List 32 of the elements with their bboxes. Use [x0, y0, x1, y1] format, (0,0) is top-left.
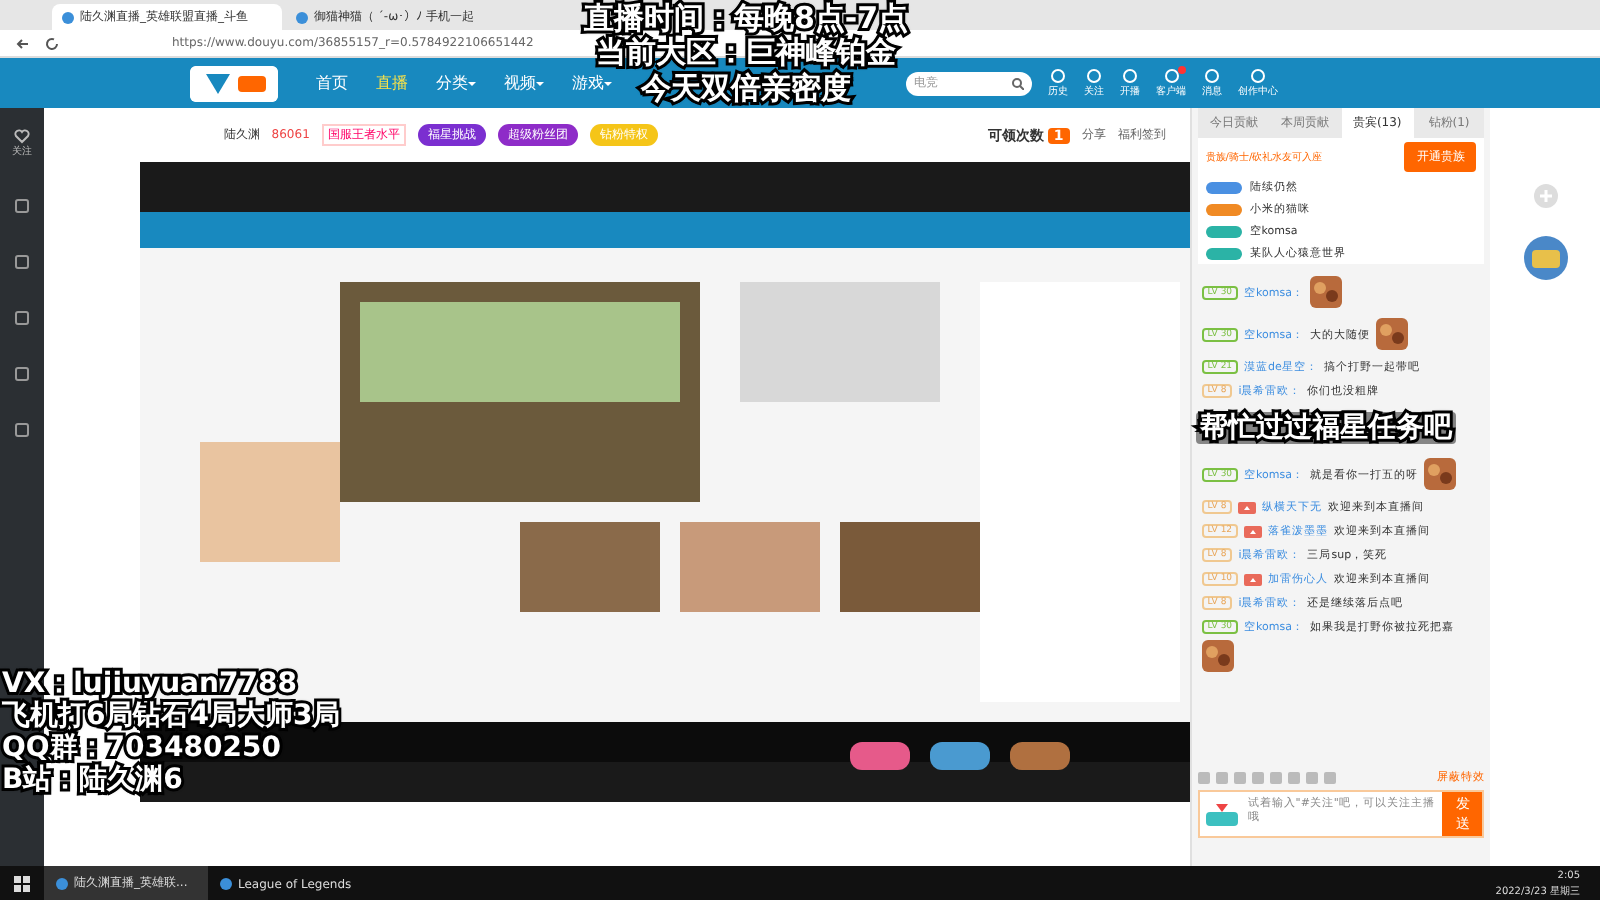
circle-icon [1122, 68, 1138, 84]
caret-icon [468, 80, 476, 88]
caret-icon [536, 80, 544, 88]
noble-icon [1238, 501, 1257, 514]
sidebar-icon[interactable] [13, 422, 30, 438]
back-icon[interactable] [16, 35, 32, 51]
noble-icon [1244, 525, 1263, 538]
start-icon[interactable] [12, 874, 32, 894]
circle-icon [1086, 68, 1102, 84]
mascot-drawing[interactable] [1519, 232, 1572, 284]
circle-icon [1163, 68, 1179, 84]
nav-link[interactable]: 游戏 [558, 72, 626, 94]
search-icon[interactable] [1012, 77, 1024, 89]
fan-badge-icon[interactable] [1205, 802, 1238, 826]
noble-icon [1244, 573, 1263, 586]
nav-link[interactable]: 视频 [490, 72, 558, 94]
sticker-icon [1310, 276, 1342, 308]
sidebar-icon[interactable] [13, 198, 30, 214]
site-logo[interactable] [190, 65, 278, 101]
nav-link[interactable]: 直播 [362, 72, 422, 94]
refresh-icon[interactable] [44, 35, 60, 51]
circle-icon [1204, 68, 1220, 84]
overlay-text: 今天双倍亲密度 [641, 71, 852, 106]
sidebar-icon[interactable] [13, 366, 30, 382]
circle-icon [1050, 68, 1066, 84]
sidebar-icon[interactable] [13, 310, 30, 326]
circle-icon [1250, 68, 1266, 84]
overlay-text: 帮忙过过福星任务吧 [1195, 412, 1456, 445]
nav-link[interactable]: 首页 [302, 72, 362, 94]
caret-icon [604, 80, 612, 88]
nav-link[interactable]: 分类 [422, 72, 490, 94]
sidebar-icon[interactable] [13, 254, 30, 270]
